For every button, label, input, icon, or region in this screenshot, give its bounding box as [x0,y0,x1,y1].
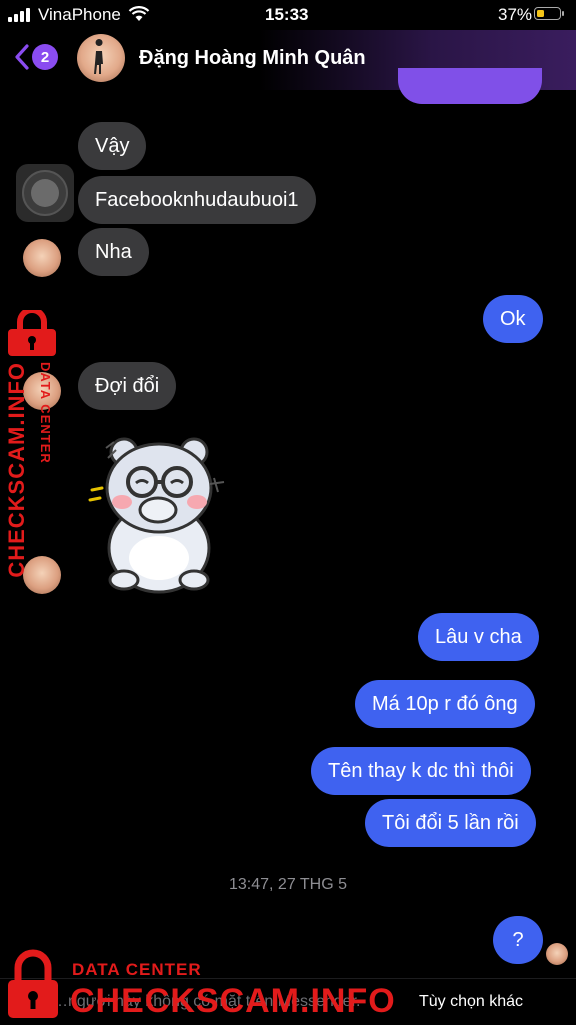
bear-sticker[interactable] [84,430,234,600]
watermark-lock-icon [4,307,60,361]
battery-percent: 37% [498,5,533,24]
back-button[interactable]: 2 [14,44,58,70]
assistive-touch-button[interactable] [16,164,74,222]
contact-avatar[interactable] [77,34,125,82]
read-receipt-avatar [546,943,568,965]
message-bubble-out[interactable]: Má 10p r đó ông [355,680,535,728]
message-bubble-out[interactable]: Tên thay k dc thì thôi [311,747,531,795]
watermark-text: DATA CENTER [38,362,53,464]
watermark-text: CHECKSCAM.INFO [4,362,29,578]
message-bubble-out[interactable]: Lâu v cha [418,613,539,661]
message-bubble-out[interactable]: Tôi đổi 5 lần rồi [365,799,536,847]
status-bar: VinaPhone 15:33 37% [0,0,576,30]
message-bubble-out[interactable]: Ok [483,295,543,343]
wifi-icon [128,6,150,27]
message-bubble-in[interactable]: Nha [78,228,149,276]
message-bubble-out[interactable]: ? [493,916,543,964]
clock: 15:33 [265,5,309,24]
contact-name[interactable]: Đặng Hoàng Minh Quân [139,47,366,70]
message-bubble-partial[interactable] [398,68,542,104]
battery-icon [534,7,564,20]
watermark-lock-icon [6,948,60,1025]
sender-avatar[interactable] [23,239,61,277]
message-bubble-in[interactable]: Facebooknhudaubuoi1 [78,176,316,224]
message-timestamp: 13:47, 27 THG 5 [229,876,347,893]
message-bubble-in[interactable]: Vậy [78,122,147,170]
more-options-link[interactable]: Tùy chọn khác [419,993,523,1011]
chevron-left-icon [15,44,29,70]
carrier-name: VinaPhone [38,5,121,24]
unread-badge: 2 [32,44,58,70]
signal-icon [8,8,30,22]
watermark-text: DATA CENTER [72,960,202,979]
watermark-text: CHECKSCAM.INFO [70,982,396,1020]
message-bubble-in[interactable]: Đợi đổi [78,362,177,410]
